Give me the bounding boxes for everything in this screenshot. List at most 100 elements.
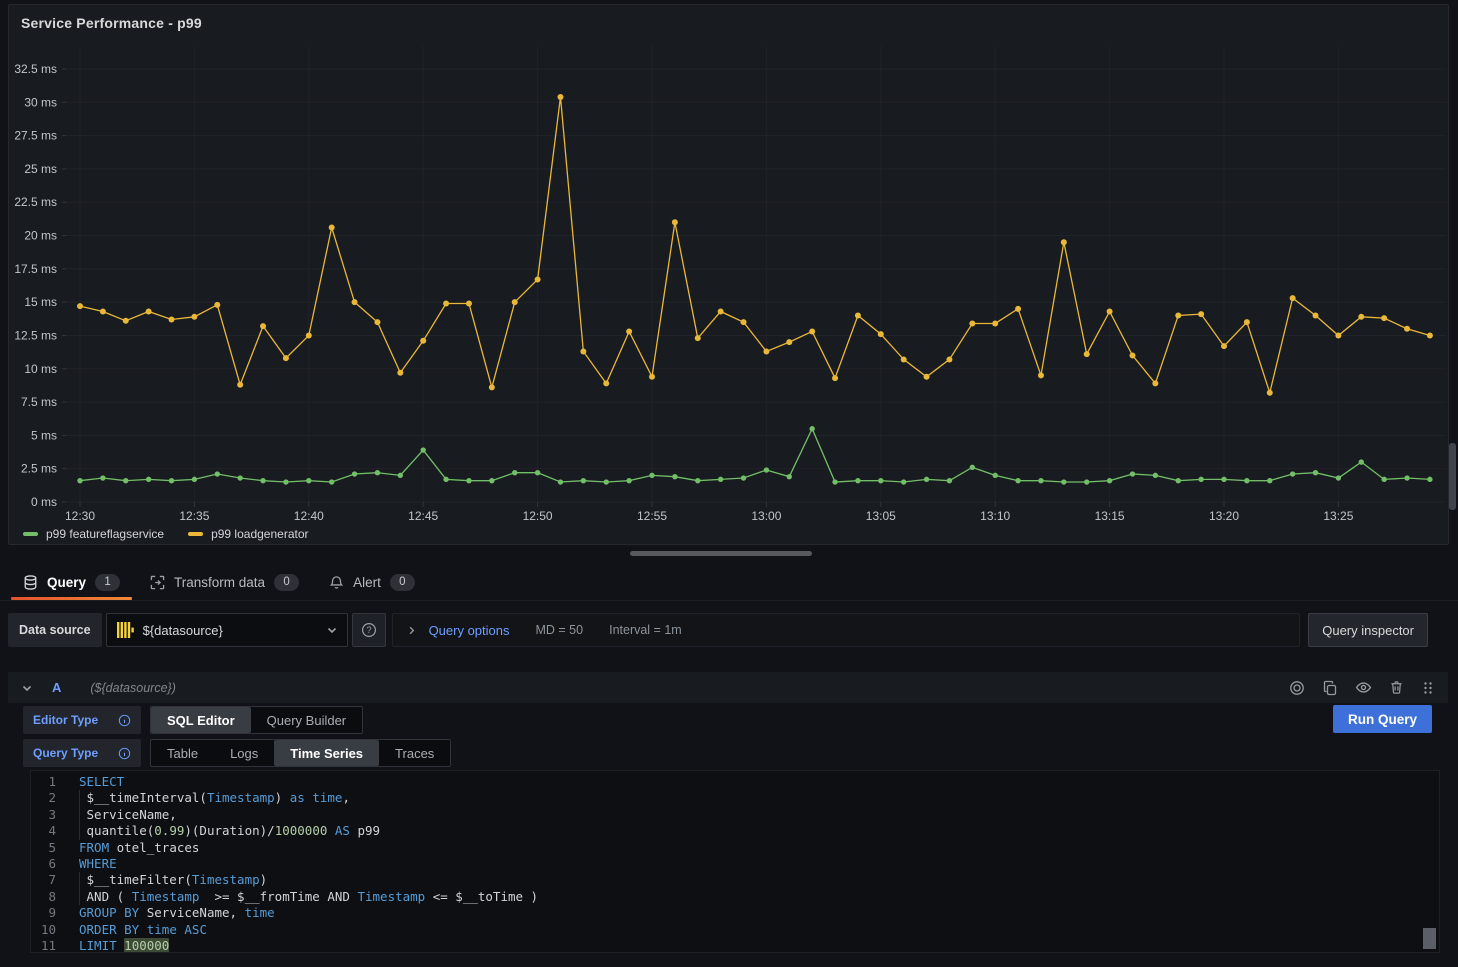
datasource-help-button[interactable]: ? [352, 613, 386, 647]
tab-alert[interactable]: Alert 0 [314, 564, 430, 600]
legend-swatch-yellow [188, 532, 203, 536]
query-type-option-time-series[interactable]: Time Series [274, 740, 379, 766]
horizontal-scrollbar[interactable] [630, 551, 812, 556]
sql-line: 6WHERE [31, 856, 1439, 872]
legend-label: p99 loadgenerator [211, 527, 308, 541]
svg-text:13:20: 13:20 [1209, 509, 1239, 523]
disable-query-icon[interactable] [1289, 680, 1305, 696]
editor-type-option-sql-editor[interactable]: SQL Editor [151, 707, 251, 733]
svg-text:12:40: 12:40 [294, 509, 324, 523]
datasource-value: ${datasource} [143, 623, 223, 638]
svg-text:20 ms: 20 ms [24, 229, 57, 243]
query-row-header[interactable]: A (${datasource}) [8, 672, 1448, 703]
tab-label: Query [47, 575, 86, 590]
hide-response-eye-icon[interactable] [1355, 679, 1372, 696]
info-icon[interactable] [118, 747, 131, 760]
query-options-row: Query options MD = 50 Interval = 1m [392, 613, 1301, 647]
query-type-option-traces[interactable]: Traces [379, 740, 450, 766]
tab-badge: 0 [390, 574, 415, 591]
info-icon[interactable] [118, 714, 131, 727]
tab-label: Transform data [174, 575, 265, 590]
sql-line: 7 $__timeFilter(Timestamp) [31, 872, 1439, 888]
svg-text:13:25: 13:25 [1323, 509, 1353, 523]
svg-text:12:50: 12:50 [523, 509, 553, 523]
sql-line: 11LIMIT 100000 [31, 938, 1439, 953]
query-type-row: Query Type Table Logs Time Series Traces [23, 739, 451, 767]
sql-line: 2 $__timeInterval(Timestamp) as time, [31, 790, 1439, 806]
query-ref-id: A [52, 680, 61, 695]
sql-line: 9GROUP BY ServiceName, time [31, 905, 1439, 921]
svg-text:10 ms: 10 ms [24, 362, 57, 376]
indent-guide [79, 872, 80, 905]
query-type-option-logs[interactable]: Logs [214, 740, 274, 766]
svg-text:12:35: 12:35 [179, 509, 209, 523]
svg-text:13:15: 13:15 [1095, 509, 1125, 523]
datasource-label: Data source [8, 613, 102, 647]
tab-badge: 0 [274, 574, 299, 591]
editor-type-option-query-builder[interactable]: Query Builder [251, 707, 362, 733]
legend-item-loadgenerator[interactable]: p99 loadgenerator [188, 527, 308, 541]
query-type-chip: Query Type [23, 739, 141, 767]
editor-type-group: SQL Editor Query Builder [150, 706, 363, 734]
drag-handle-icon[interactable] [1421, 681, 1435, 695]
svg-text:27.5 ms: 27.5 ms [14, 129, 57, 143]
editor-type-label: Editor Type [33, 713, 98, 727]
database-icon [23, 575, 38, 590]
legend-label: p99 featureflagservice [46, 527, 164, 541]
timeseries-panel: Service Performance - p99 0 ms2.5 ms5 ms… [8, 4, 1449, 545]
max-data-points-value: MD = 50 [536, 623, 584, 637]
sql-line: 1SELECT [31, 774, 1439, 790]
bell-icon [329, 575, 344, 590]
editor-type-row: Editor Type SQL Editor Query Builder [23, 706, 363, 734]
duplicate-query-icon[interactable] [1322, 680, 1338, 696]
datasource-select[interactable]: ${datasource} [106, 613, 348, 647]
query-inspector-button[interactable]: Query inspector [1308, 613, 1428, 647]
editor-scrollbar-thumb[interactable] [1423, 928, 1436, 949]
svg-text:12:45: 12:45 [408, 509, 438, 523]
query-type-option-table[interactable]: Table [151, 740, 214, 766]
svg-text:2.5 ms: 2.5 ms [21, 462, 57, 476]
svg-text:30 ms: 30 ms [24, 95, 57, 109]
svg-text:17.5 ms: 17.5 ms [14, 262, 57, 276]
query-datasource-hint: (${datasource}) [90, 681, 175, 695]
chevron-right-icon[interactable] [406, 625, 417, 636]
tab-label: Alert [353, 575, 381, 590]
sql-line: 8 AND ( Timestamp >= $__fromTime AND Tim… [31, 889, 1439, 905]
sql-line: 5FROM otel_traces [31, 840, 1439, 856]
sql-line: 10ORDER BY time ASC [31, 922, 1439, 938]
svg-text:0 ms: 0 ms [31, 495, 57, 509]
editor-type-chip: Editor Type [23, 706, 141, 734]
query-options-toggle[interactable]: Query options [429, 623, 510, 638]
tab-badge: 1 [95, 574, 120, 591]
sql-line: 4 quantile(0.99)(Duration)/1000000 AS p9… [31, 823, 1439, 839]
svg-text:22.5 ms: 22.5 ms [14, 195, 57, 209]
timeseries-chart[interactable]: 0 ms 2.5 ms 5 ms 7.5 ms 10 ms 12.5 ms 15 ms 17.… [9, 5, 1448, 544]
editor-tab-bar: Query 1 Transform data 0 Alert 0 [0, 564, 1458, 601]
sql-code-editor[interactable]: 1SELECT2 $__timeInterval(Timestamp) as t… [30, 770, 1440, 953]
remove-query-trash-icon[interactable] [1389, 680, 1404, 695]
query-type-group: Table Logs Time Series Traces [150, 739, 451, 767]
query-type-label: Query Type [33, 746, 98, 760]
svg-text:12:55: 12:55 [637, 509, 667, 523]
run-query-button[interactable]: Run Query [1333, 705, 1432, 733]
chevron-down-icon [326, 624, 338, 636]
svg-text:12:30: 12:30 [65, 509, 95, 523]
svg-text:13:10: 13:10 [980, 509, 1010, 523]
svg-text:13:00: 13:00 [751, 509, 781, 523]
datasource-bar: Data source ${datasource} ? Query option… [8, 613, 1428, 647]
legend-item-featureflagservice[interactable]: p99 featureflagservice [23, 527, 164, 541]
tab-query[interactable]: Query 1 [8, 564, 135, 600]
svg-text:5 ms: 5 ms [31, 428, 57, 442]
indent-guide [79, 790, 80, 839]
svg-text:25 ms: 25 ms [24, 162, 57, 176]
svg-text:12.5 ms: 12.5 ms [14, 328, 57, 342]
page-vertical-scrollbar[interactable] [1449, 443, 1456, 510]
legend-swatch-green [23, 532, 38, 536]
svg-text:7.5 ms: 7.5 ms [21, 395, 57, 409]
collapse-chevron-icon[interactable] [21, 682, 33, 694]
clickhouse-datasource-icon [116, 621, 134, 639]
svg-text:15 ms: 15 ms [24, 295, 57, 309]
transform-icon [150, 575, 165, 590]
tab-transform-data[interactable]: Transform data 0 [135, 564, 314, 600]
svg-text:32.5 ms: 32.5 ms [14, 62, 57, 76]
